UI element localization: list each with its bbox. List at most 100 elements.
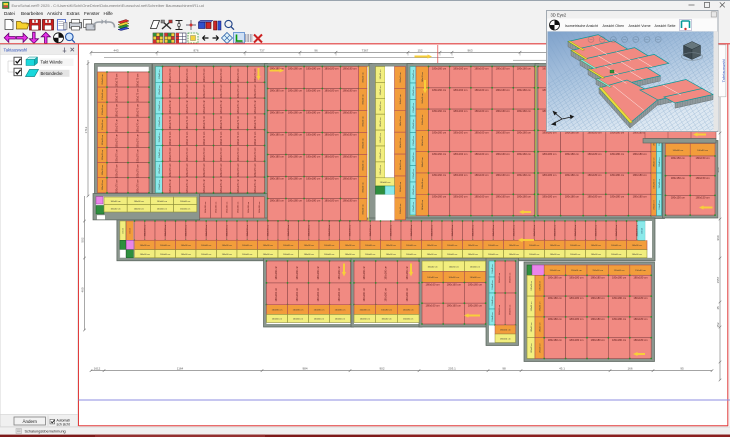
svg-text:95: 95 <box>680 367 684 371</box>
svg-text:180x40 cm: 180x40 cm <box>363 182 365 192</box>
svg-text:180x40 cm: 180x40 cm <box>531 343 533 353</box>
svg-text:180x170 cm: 180x170 cm <box>116 104 119 118</box>
svg-text:180x180 cm: 180x180 cm <box>587 194 601 198</box>
svg-text:180x170 cm: 180x170 cm <box>203 132 206 146</box>
svg-text:160x60 cm: 160x60 cm <box>335 319 345 321</box>
svg-text:180x160 cm: 180x160 cm <box>338 288 341 302</box>
svg-text:180x160 cm: 180x160 cm <box>453 152 467 156</box>
svg-text:180x180 cm: 180x180 cm <box>306 133 320 137</box>
svg-text:180x110 cm: 180x110 cm <box>248 202 250 213</box>
svg-text:160x80 cm: 160x80 cm <box>406 245 416 247</box>
svg-text:180x170 cm: 180x170 cm <box>137 134 140 148</box>
svg-text:150x60 cm: 150x60 cm <box>550 270 561 272</box>
svg-text:180x100 cm: 180x100 cm <box>514 225 516 237</box>
svg-text:180x170 cm: 180x170 cm <box>237 132 240 146</box>
svg-text:180x170 cm: 180x170 cm <box>137 149 140 163</box>
svg-text:180x180 cm: 180x180 cm <box>633 173 647 177</box>
svg-text:180x170 cm: 180x170 cm <box>169 68 172 82</box>
svg-text:150x40 cm: 150x40 cm <box>492 264 494 274</box>
svg-text:150x40 cm: 150x40 cm <box>413 169 415 179</box>
svg-text:180x40 cm: 180x40 cm <box>380 85 382 95</box>
svg-text:180x40 cm: 180x40 cm <box>531 280 533 290</box>
svg-text:150x40 cm: 150x40 cm <box>102 119 104 129</box>
svg-text:160x60 cm: 160x60 cm <box>140 254 150 256</box>
svg-text:180x170 cm: 180x170 cm <box>254 68 257 82</box>
svg-text:180x180 cm: 180x180 cm <box>548 338 562 342</box>
svg-text:180x170 cm: 180x170 cm <box>186 163 189 177</box>
svg-text:180x40 cm: 180x40 cm <box>400 203 402 213</box>
svg-text:180x170 cm: 180x170 cm <box>237 84 240 98</box>
svg-text:180x180 cm: 180x180 cm <box>306 177 320 181</box>
svg-text:180x170 cm: 180x170 cm <box>169 163 172 177</box>
svg-text:180x160 cm: 180x160 cm <box>517 88 531 92</box>
svg-text:160x60 cm: 160x60 cm <box>157 201 167 203</box>
svg-text:150x40 cm: 150x40 cm <box>102 74 104 84</box>
svg-text:160x60 cm: 160x60 cm <box>360 319 370 321</box>
svg-text:160x60 cm: 160x60 cm <box>382 319 392 321</box>
svg-text:180x170 cm: 180x170 cm <box>116 164 119 178</box>
svg-text:160x60 cm: 160x60 cm <box>134 208 144 210</box>
svg-text:150x40 cm: 150x40 cm <box>413 136 415 146</box>
svg-text:180x180 cm: 180x180 cm <box>612 338 626 342</box>
svg-text:180x160 cm: 180x160 cm <box>363 266 366 280</box>
svg-text:180x180 cm: 180x180 cm <box>542 152 556 156</box>
svg-text:180x160 cm: 180x160 cm <box>496 194 510 198</box>
svg-text:180x180 cm: 180x180 cm <box>565 173 579 177</box>
svg-text:160x60 cm: 160x60 cm <box>272 319 282 321</box>
svg-text:160x60 cm: 160x60 cm <box>591 254 601 256</box>
svg-text:180x100 cm: 180x100 cm <box>596 225 598 237</box>
svg-text:160x80 cm: 160x80 cm <box>381 310 392 312</box>
svg-text:166: 166 <box>627 367 632 371</box>
svg-text:180x110 cm: 180x110 cm <box>205 202 207 213</box>
svg-text:180x90 cm: 180x90 cm <box>509 273 511 283</box>
svg-text:180x180 cm: 180x180 cm <box>633 275 647 279</box>
svg-text:180x180 cm: 180x180 cm <box>548 296 562 300</box>
svg-text:180x180 cm: 180x180 cm <box>324 155 338 159</box>
svg-text:180x180 cm: 180x180 cm <box>587 152 601 156</box>
svg-text:180x180 cm: 180x180 cm <box>270 177 284 181</box>
svg-text:160x60 cm: 160x60 cm <box>324 254 334 256</box>
svg-text:180x160 cm: 180x160 cm <box>517 173 531 177</box>
svg-text:160x60 cm: 160x60 cm <box>222 254 232 256</box>
svg-text:180x180 cm: 180x180 cm <box>542 173 556 177</box>
svg-text:Isometrische Ansicht: Isometrische Ansicht <box>565 24 598 28</box>
svg-text:Hilfe: Hilfe <box>104 11 114 16</box>
svg-text:180x170 cm: 180x170 cm <box>169 179 172 193</box>
svg-text:180x40 cm: 180x40 cm <box>400 116 402 126</box>
svg-text:150x40 cm: 150x40 cm <box>413 70 415 80</box>
svg-text:180x180 cm: 180x180 cm <box>633 194 647 198</box>
svg-text:150x40 cm: 150x40 cm <box>413 185 415 195</box>
svg-text:150x40 cm: 150x40 cm <box>159 164 161 174</box>
svg-text:180x160 cm: 180x160 cm <box>275 288 278 302</box>
svg-text:45.1: 45.1 <box>559 367 565 371</box>
svg-text:180x160 cm: 180x160 cm <box>317 288 320 302</box>
svg-text:Ändern: Ändern <box>23 418 38 424</box>
svg-text:180x160 cm: 180x160 cm <box>432 173 446 177</box>
svg-text:180x170 cm: 180x170 cm <box>186 179 189 193</box>
svg-text:EuroSchal.net® 2025 - C:\Use: EuroSchal.net® 2025 - C:\Users\KiSchi\On… <box>12 3 204 8</box>
svg-text:502: 502 <box>80 237 84 242</box>
svg-text:180x40 cm: 180x40 cm <box>363 94 365 104</box>
svg-text:160x60 cm: 160x60 cm <box>111 208 121 210</box>
svg-text:180x170 cm: 180x170 cm <box>220 68 223 82</box>
svg-text:180x170 cm: 180x170 cm <box>116 149 119 163</box>
svg-text:96: 96 <box>314 48 318 52</box>
svg-text:180x180 cm: 180x180 cm <box>633 152 647 156</box>
svg-text:180x100 cm: 180x100 cm <box>370 225 372 237</box>
svg-text:180x170 cm: 180x170 cm <box>137 164 140 178</box>
svg-text:180x40 cm: 180x40 cm <box>363 72 365 82</box>
svg-text:180x100 cm: 180x100 cm <box>350 225 352 237</box>
svg-text:160x60 cm: 160x60 cm <box>201 254 211 256</box>
svg-text:180x170 cm: 180x170 cm <box>220 163 223 177</box>
svg-text:3D Eye2: 3D Eye2 <box>551 12 567 17</box>
svg-text:963: 963 <box>467 48 472 52</box>
svg-text:180x180 cm: 180x180 cm <box>270 111 284 115</box>
svg-text:180x160 cm: 180x160 cm <box>496 131 510 135</box>
svg-text:180x160 cm: 180x160 cm <box>453 109 467 113</box>
svg-text:160x80 cm: 160x80 cm <box>427 245 437 247</box>
svg-text:180x170 cm: 180x170 cm <box>254 132 257 146</box>
svg-text:180x180 cm: 180x180 cm <box>343 89 357 93</box>
svg-text:160x80 cm: 160x80 cm <box>447 245 457 247</box>
svg-text:180x180 cm: 180x180 cm <box>306 155 320 159</box>
svg-text:Schalungsübernehmung: Schalungsübernehmung <box>25 429 66 433</box>
